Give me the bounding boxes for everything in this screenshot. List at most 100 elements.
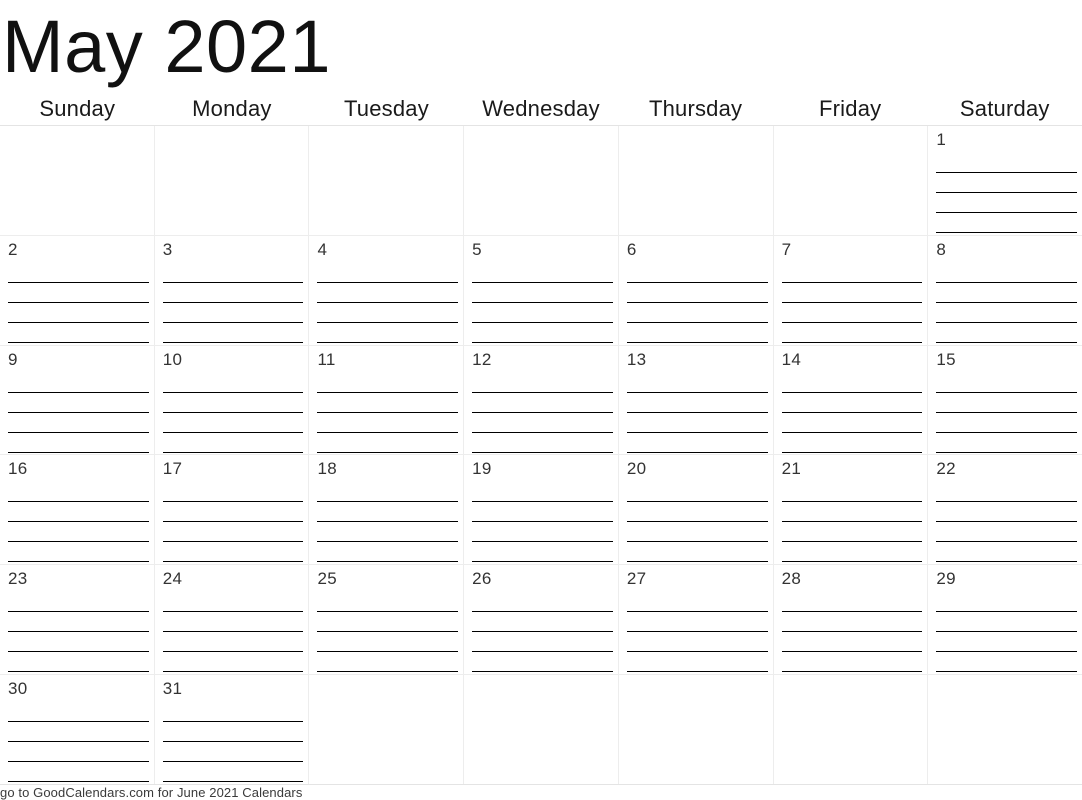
note-line[interactable] (162, 283, 304, 303)
note-line[interactable] (8, 393, 149, 413)
day-note-lines[interactable] (781, 373, 923, 453)
day-cell-empty[interactable] (155, 126, 310, 235)
note-line[interactable] (8, 612, 149, 633)
note-line[interactable] (317, 413, 459, 433)
note-line[interactable] (936, 522, 1078, 543)
note-line[interactable] (781, 263, 923, 283)
note-line[interactable] (781, 323, 923, 343)
day-cell[interactable]: 7 (774, 235, 929, 345)
day-cell-empty[interactable] (774, 675, 929, 784)
note-line[interactable] (8, 482, 149, 503)
note-line[interactable] (936, 502, 1078, 523)
day-note-lines[interactable] (936, 153, 1078, 233)
note-line[interactable] (162, 482, 304, 503)
note-line[interactable] (936, 373, 1078, 393)
note-line[interactable] (626, 393, 768, 413)
note-line[interactable] (626, 433, 768, 453)
note-line[interactable] (626, 323, 768, 343)
day-cell[interactable]: 25 (309, 565, 465, 675)
day-cell[interactable]: 4 (309, 235, 465, 345)
note-line[interactable] (936, 173, 1078, 193)
note-line[interactable] (317, 393, 459, 413)
note-line[interactable] (781, 612, 923, 633)
note-line[interactable] (8, 433, 149, 453)
note-line[interactable] (317, 303, 459, 323)
day-note-lines[interactable] (781, 482, 923, 563)
note-line[interactable] (317, 542, 459, 563)
day-cell[interactable]: 21 (774, 455, 929, 565)
day-cell[interactable]: 1 (928, 126, 1082, 235)
note-line[interactable] (162, 742, 304, 763)
note-line[interactable] (8, 632, 149, 653)
note-line[interactable] (626, 592, 768, 613)
day-cell[interactable]: 13 (619, 345, 774, 455)
note-line[interactable] (781, 373, 923, 393)
day-cell-empty[interactable] (309, 126, 465, 235)
day-cell[interactable]: 12 (464, 345, 619, 455)
day-note-lines[interactable] (162, 482, 304, 563)
note-line[interactable] (936, 482, 1078, 503)
day-cell[interactable]: 17 (155, 455, 310, 565)
day-note-lines[interactable] (317, 263, 459, 343)
note-line[interactable] (472, 373, 613, 393)
note-line[interactable] (162, 722, 304, 743)
note-line[interactable] (936, 542, 1078, 563)
note-line[interactable] (472, 263, 613, 283)
day-note-lines[interactable] (626, 263, 768, 343)
note-line[interactable] (8, 762, 149, 783)
day-note-lines[interactable] (472, 482, 613, 563)
day-cell[interactable]: 24 (155, 565, 310, 675)
note-line[interactable] (936, 153, 1078, 173)
day-note-lines[interactable] (626, 373, 768, 453)
note-line[interactable] (472, 323, 613, 343)
note-line[interactable] (317, 522, 459, 543)
day-cell-empty[interactable] (464, 126, 619, 235)
note-line[interactable] (626, 283, 768, 303)
day-note-lines[interactable] (8, 702, 149, 783)
note-line[interactable] (162, 433, 304, 453)
note-line[interactable] (781, 502, 923, 523)
day-cell[interactable]: 30 (0, 675, 155, 784)
day-note-lines[interactable] (8, 592, 149, 673)
note-line[interactable] (472, 283, 613, 303)
note-line[interactable] (162, 303, 304, 323)
note-line[interactable] (8, 323, 149, 343)
day-cell[interactable]: 14 (774, 345, 929, 455)
note-line[interactable] (626, 612, 768, 633)
day-cell[interactable]: 29 (928, 565, 1082, 674)
note-line[interactable] (936, 632, 1078, 653)
day-cell[interactable]: 27 (619, 565, 774, 675)
note-line[interactable] (936, 263, 1078, 283)
note-line[interactable] (317, 482, 459, 503)
day-cell[interactable]: 9 (0, 345, 155, 455)
day-cell[interactable]: 11 (309, 345, 465, 455)
day-note-lines[interactable] (162, 263, 304, 343)
note-line[interactable] (626, 522, 768, 543)
day-note-lines[interactable] (162, 373, 304, 453)
note-line[interactable] (472, 482, 613, 503)
note-line[interactable] (626, 502, 768, 523)
note-line[interactable] (472, 542, 613, 563)
note-line[interactable] (936, 592, 1078, 613)
note-line[interactable] (781, 522, 923, 543)
day-note-lines[interactable] (317, 592, 459, 673)
note-line[interactable] (317, 502, 459, 523)
day-cell[interactable]: 6 (619, 235, 774, 345)
note-line[interactable] (472, 502, 613, 523)
note-line[interactable] (317, 283, 459, 303)
day-cell-empty[interactable] (928, 675, 1082, 784)
note-line[interactable] (8, 303, 149, 323)
day-cell-empty[interactable] (774, 126, 929, 235)
day-note-lines[interactable] (162, 592, 304, 673)
day-note-lines[interactable] (936, 592, 1078, 673)
note-line[interactable] (8, 742, 149, 763)
note-line[interactable] (936, 393, 1078, 413)
note-line[interactable] (781, 542, 923, 563)
day-cell[interactable]: 18 (309, 455, 465, 565)
note-line[interactable] (317, 433, 459, 453)
day-note-lines[interactable] (8, 373, 149, 453)
note-line[interactable] (626, 652, 768, 673)
note-line[interactable] (472, 652, 613, 673)
day-cell-empty[interactable] (0, 126, 155, 235)
day-cell[interactable]: 23 (0, 565, 155, 675)
